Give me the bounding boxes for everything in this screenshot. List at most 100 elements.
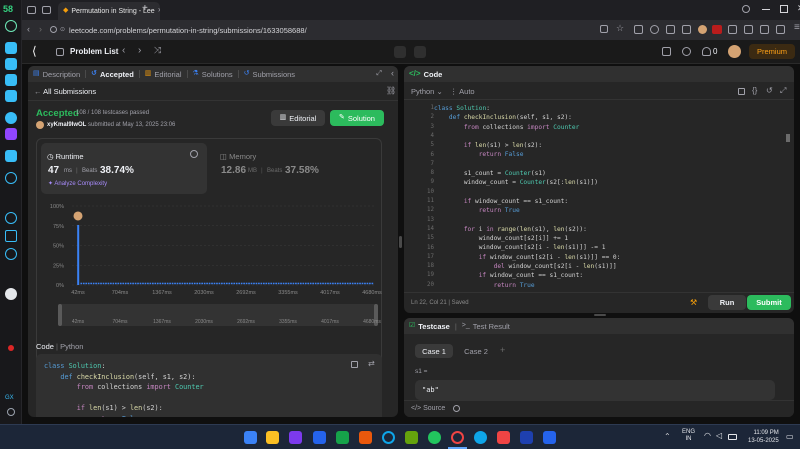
- excel-icon[interactable]: [336, 431, 349, 444]
- bookmark-star-icon[interactable]: ☆: [616, 23, 624, 34]
- rail-settings-icon[interactable]: [5, 248, 17, 260]
- submit-button[interactable]: Submit: [747, 295, 791, 310]
- prev-problem-icon[interactable]: ‹: [122, 45, 125, 56]
- downloads-icon[interactable]: [776, 25, 785, 34]
- language-select[interactable]: Python ⌄: [411, 87, 443, 96]
- auto-mode-toggle[interactable]: ⋮ Auto: [450, 87, 475, 96]
- search-tabs-icon[interactable]: [742, 5, 750, 13]
- reload-icon[interactable]: [50, 26, 57, 33]
- expand-icon[interactable]: ⤢: [376, 70, 382, 78]
- tray-chevron-icon[interactable]: ⌃: [664, 432, 671, 441]
- nvidia-icon[interactable]: [405, 431, 418, 444]
- tab-testcase[interactable]: ☑ Testcase: [404, 322, 455, 331]
- wifi-icon[interactable]: ◠: [704, 431, 711, 440]
- editor-scrollbar[interactable]: [786, 134, 790, 142]
- tab-solutions[interactable]: ⚗ Solutions: [188, 70, 238, 79]
- extension-icon-6[interactable]: [744, 25, 753, 34]
- rail-app-icon-3[interactable]: [5, 74, 17, 86]
- maximize-icon[interactable]: [780, 5, 788, 13]
- solution-button[interactable]: ✎ Solution: [330, 110, 384, 126]
- next-problem-icon[interactable]: ›: [138, 45, 141, 56]
- clock[interactable]: 11:09 PM 13-05-2025: [748, 429, 779, 445]
- premium-button[interactable]: Premium: [749, 44, 795, 59]
- case-1-tab[interactable]: Case 1: [415, 344, 453, 358]
- rail-more-icon[interactable]: [7, 408, 15, 416]
- extension-icon-7[interactable]: [760, 25, 769, 34]
- extension-icon-4[interactable]: [682, 25, 691, 34]
- submitter-name[interactable]: xyKmal9IwOL: [47, 122, 86, 128]
- rail-app-icon-4[interactable]: [5, 90, 17, 102]
- reset-icon[interactable]: ↺: [766, 86, 773, 95]
- braces-icon[interactable]: {}: [752, 86, 757, 95]
- anydesk-icon[interactable]: [497, 431, 510, 444]
- user-avatar[interactable]: [728, 45, 741, 58]
- all-submissions-link[interactable]: ← All Submissions: [34, 87, 96, 96]
- swap-icon[interactable]: ⇄: [368, 359, 375, 368]
- highlighted-bar[interactable]: [77, 224, 80, 285]
- horizontal-resize-handle[interactable]: [594, 314, 606, 316]
- extension-avatar-icon[interactable]: [698, 25, 707, 34]
- windows-start-icon[interactable]: [244, 431, 257, 444]
- analyze-complexity-link[interactable]: ✦ Analyze Complexity: [48, 180, 107, 187]
- extension-badge-icon[interactable]: [712, 25, 722, 34]
- settings-gear-icon[interactable]: [682, 47, 691, 56]
- minimize-icon[interactable]: [762, 9, 770, 10]
- browser-menu-icon[interactable]: ≡: [794, 22, 800, 33]
- tab-submissions[interactable]: ↺ Submissions: [239, 70, 300, 79]
- powerpoint-icon[interactable]: [359, 431, 372, 444]
- editor-code-area[interactable]: class Solution: def checkInclusion(self,…: [434, 104, 784, 288]
- vertical-resize-handle[interactable]: [399, 236, 402, 248]
- store-icon[interactable]: [520, 431, 533, 444]
- file-explorer-icon[interactable]: [266, 431, 279, 444]
- debug-icon[interactable]: ⚒: [690, 298, 697, 307]
- rail-app-icon-1[interactable]: [5, 42, 17, 54]
- tab-list-icon[interactable]: [42, 6, 51, 14]
- battery-icon[interactable]: [728, 434, 737, 440]
- browser-icon[interactable]: [474, 431, 487, 444]
- problem-list-link[interactable]: Problem List: [70, 47, 118, 56]
- rail-clock-icon[interactable]: [5, 212, 17, 224]
- editorial-button[interactable]: ▥ Editorial: [271, 110, 325, 126]
- run-button[interactable]: Run: [708, 295, 746, 310]
- word-icon[interactable]: [313, 431, 326, 444]
- camera-icon[interactable]: [600, 25, 608, 33]
- shuffle-icon[interactable]: ⤨: [154, 45, 161, 56]
- opera-gx-icon[interactable]: [451, 431, 464, 444]
- rail-dot-icon[interactable]: [5, 288, 17, 300]
- rail-app-icon-6[interactable]: [5, 150, 17, 162]
- extension-icon-2[interactable]: [650, 25, 659, 34]
- layout-icon[interactable]: [662, 47, 671, 56]
- rail-record-icon[interactable]: [8, 345, 14, 351]
- new-tab-button[interactable]: +: [142, 3, 148, 14]
- rail-box-icon[interactable]: [5, 230, 17, 242]
- spotify-icon[interactable]: [428, 431, 441, 444]
- tab-accepted[interactable]: ↺ Accepted: [86, 70, 139, 79]
- onenote-icon[interactable]: [289, 431, 302, 444]
- rail-gx-icon[interactable]: GX: [5, 395, 14, 401]
- tab-description[interactable]: ▤ Description: [28, 70, 85, 79]
- source-toggle[interactable]: </> Source: [411, 405, 445, 412]
- forward-arrow-icon[interactable]: ›: [39, 24, 42, 34]
- tab-test-result[interactable]: >_ Test Result: [457, 322, 515, 331]
- rail-app-icon-2[interactable]: [5, 58, 17, 70]
- close-icon[interactable]: ✕: [158, 7, 160, 15]
- variable-input[interactable]: [415, 380, 775, 400]
- edge-icon[interactable]: [382, 431, 395, 444]
- info-icon[interactable]: [190, 150, 198, 158]
- notes-icon[interactable]: [414, 46, 426, 58]
- help-icon[interactable]: [453, 405, 460, 412]
- site-info-icon[interactable]: ⊙: [60, 26, 65, 34]
- url-field[interactable]: ⊙ leetcode.com/problems/permutation-in-s…: [60, 23, 660, 37]
- extension-icon-1[interactable]: [634, 25, 643, 34]
- share-link-icon[interactable]: ⛓: [386, 86, 396, 95]
- language-indicator[interactable]: ENG IN: [682, 429, 695, 443]
- leetcode-logo-icon[interactable]: ⟨: [32, 44, 37, 58]
- case-2-tab[interactable]: Case 2: [457, 344, 495, 358]
- copy-icon[interactable]: [351, 361, 358, 368]
- notification-icon[interactable]: ▭: [786, 432, 794, 441]
- collapse-panel-icon[interactable]: ‹: [391, 69, 394, 78]
- add-case-button[interactable]: +: [500, 345, 505, 355]
- rail-app-icon-5[interactable]: [5, 112, 17, 124]
- vscode-icon[interactable]: [543, 431, 556, 444]
- tab-editorial[interactable]: ▥ Editorial: [140, 70, 187, 79]
